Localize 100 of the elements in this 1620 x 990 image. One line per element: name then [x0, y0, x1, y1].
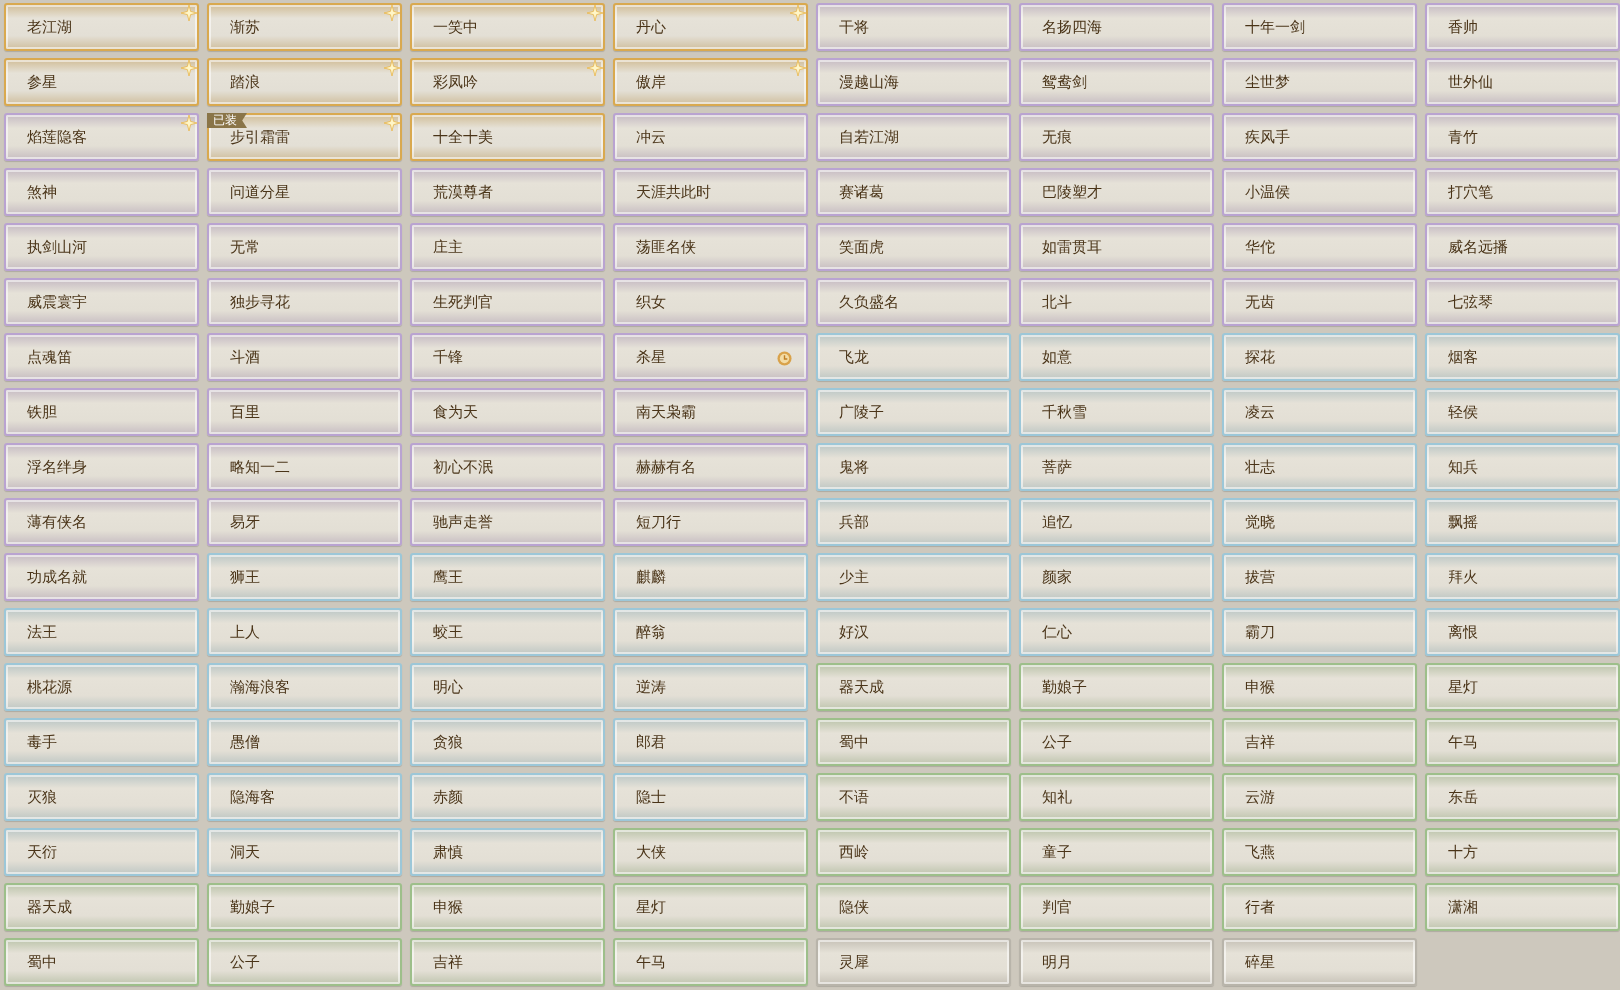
title-card[interactable]: 铁胆 [4, 388, 199, 436]
title-card[interactable]: 午马 [613, 938, 808, 986]
title-card[interactable]: 星灯 [613, 883, 808, 931]
title-card[interactable]: 公子 [1019, 718, 1214, 766]
title-card[interactable]: 傲岸 [613, 58, 808, 106]
title-card[interactable]: 巴陵塑才 [1019, 168, 1214, 216]
title-card[interactable]: 已装 步引霜雷 [207, 113, 402, 161]
title-card[interactable]: 鬼将 [816, 443, 1011, 491]
title-card[interactable]: 知礼 [1019, 773, 1214, 821]
title-card[interactable]: 觉晓 [1222, 498, 1417, 546]
title-card[interactable]: 午马 [1425, 718, 1620, 766]
title-card[interactable]: 冲云 [613, 113, 808, 161]
title-card[interactable]: 洞天 [207, 828, 402, 876]
title-card[interactable]: 荒漠尊者 [410, 168, 605, 216]
title-card[interactable]: 郎君 [613, 718, 808, 766]
title-card[interactable]: 踏浪 [207, 58, 402, 106]
title-card[interactable]: 执剑山河 [4, 223, 199, 271]
title-card[interactable]: 仁心 [1019, 608, 1214, 656]
title-card[interactable]: 拔营 [1222, 553, 1417, 601]
title-card[interactable]: 十全十美 [410, 113, 605, 161]
title-card[interactable]: 彩凤吟 [410, 58, 605, 106]
title-card[interactable]: 探花 [1222, 333, 1417, 381]
title-card[interactable]: 威震寰宇 [4, 278, 199, 326]
title-card[interactable]: 追忆 [1019, 498, 1214, 546]
title-card[interactable]: 菩萨 [1019, 443, 1214, 491]
title-card[interactable]: 蛟王 [410, 608, 605, 656]
title-card[interactable]: 短刀行 [613, 498, 808, 546]
title-card[interactable]: 参星 [4, 58, 199, 106]
title-card[interactable]: 少主 [816, 553, 1011, 601]
title-card[interactable]: 无痕 [1019, 113, 1214, 161]
title-card[interactable]: 碎星 [1222, 938, 1417, 986]
title-card[interactable]: 东岳 [1425, 773, 1620, 821]
title-card[interactable]: 荡匪名侠 [613, 223, 808, 271]
title-card[interactable]: 勤娘子 [207, 883, 402, 931]
title-card[interactable]: 勤娘子 [1019, 663, 1214, 711]
title-card[interactable]: 鹰王 [410, 553, 605, 601]
title-card[interactable]: 吉祥 [410, 938, 605, 986]
title-card[interactable]: 潇湘 [1425, 883, 1620, 931]
title-card[interactable]: 千秋雪 [1019, 388, 1214, 436]
title-card[interactable]: 煞神 [4, 168, 199, 216]
title-card[interactable]: 十方 [1425, 828, 1620, 876]
title-card[interactable]: 瀚海浪客 [207, 663, 402, 711]
title-card[interactable]: 织女 [613, 278, 808, 326]
title-card[interactable]: 香帅 [1425, 3, 1620, 51]
title-card[interactable]: 壮志 [1222, 443, 1417, 491]
title-card[interactable]: 狮王 [207, 553, 402, 601]
title-card[interactable]: 焰莲隐客 [4, 113, 199, 161]
title-card[interactable]: 小温侯 [1222, 168, 1417, 216]
title-card[interactable]: 生死判官 [410, 278, 605, 326]
title-card[interactable]: 隐侠 [816, 883, 1011, 931]
title-card[interactable]: 食为天 [410, 388, 605, 436]
title-card[interactable]: 飞燕 [1222, 828, 1417, 876]
title-card[interactable]: 世外仙 [1425, 58, 1620, 106]
title-card[interactable]: 愚僧 [207, 718, 402, 766]
title-card[interactable]: 童子 [1019, 828, 1214, 876]
title-card[interactable]: 尘世梦 [1222, 58, 1417, 106]
title-card[interactable]: 七弦琴 [1425, 278, 1620, 326]
title-card[interactable]: 天衍 [4, 828, 199, 876]
title-card[interactable]: 星灯 [1425, 663, 1620, 711]
title-card[interactable]: 知兵 [1425, 443, 1620, 491]
title-card[interactable]: 天涯共此时 [613, 168, 808, 216]
title-card[interactable]: 庄主 [410, 223, 605, 271]
title-card[interactable]: 飞龙 [816, 333, 1011, 381]
title-card[interactable]: 醉翁 [613, 608, 808, 656]
title-card[interactable]: 笑面虎 [816, 223, 1011, 271]
title-card[interactable]: 逆涛 [613, 663, 808, 711]
title-card[interactable]: 赤颜 [410, 773, 605, 821]
title-card[interactable]: 上人 [207, 608, 402, 656]
title-card[interactable]: 问道分星 [207, 168, 402, 216]
title-card[interactable]: 行者 [1222, 883, 1417, 931]
title-card[interactable]: 华佗 [1222, 223, 1417, 271]
title-card[interactable]: 久负盛名 [816, 278, 1011, 326]
title-card[interactable]: 功成名就 [4, 553, 199, 601]
title-card[interactable]: 申猴 [1222, 663, 1417, 711]
title-card[interactable]: 无齿 [1222, 278, 1417, 326]
title-card[interactable]: 灭狼 [4, 773, 199, 821]
title-card[interactable]: 赫赫有名 [613, 443, 808, 491]
title-card[interactable]: 公子 [207, 938, 402, 986]
title-card[interactable]: 如雷贯耳 [1019, 223, 1214, 271]
title-card[interactable]: 灵犀 [816, 938, 1011, 986]
title-card[interactable]: 申猴 [410, 883, 605, 931]
title-card[interactable]: 判官 [1019, 883, 1214, 931]
title-card[interactable]: 一笑中 [410, 3, 605, 51]
title-card[interactable]: 霸刀 [1222, 608, 1417, 656]
title-card[interactable]: 千锋 [410, 333, 605, 381]
title-card[interactable]: 十年一剑 [1222, 3, 1417, 51]
title-card[interactable]: 隐士 [613, 773, 808, 821]
title-card[interactable]: 浮名绊身 [4, 443, 199, 491]
title-card[interactable]: 西岭 [816, 828, 1011, 876]
title-card[interactable]: 肃慎 [410, 828, 605, 876]
title-card[interactable]: 独步寻花 [207, 278, 402, 326]
title-card[interactable]: 斗酒 [207, 333, 402, 381]
title-card[interactable]: 云游 [1222, 773, 1417, 821]
title-card[interactable]: 飘摇 [1425, 498, 1620, 546]
title-card[interactable]: 毒手 [4, 718, 199, 766]
title-card[interactable]: 疾风手 [1222, 113, 1417, 161]
title-card[interactable]: 北斗 [1019, 278, 1214, 326]
title-card[interactable]: 漫越山海 [816, 58, 1011, 106]
title-card[interactable]: 干将 [816, 3, 1011, 51]
title-card[interactable]: 明心 [410, 663, 605, 711]
